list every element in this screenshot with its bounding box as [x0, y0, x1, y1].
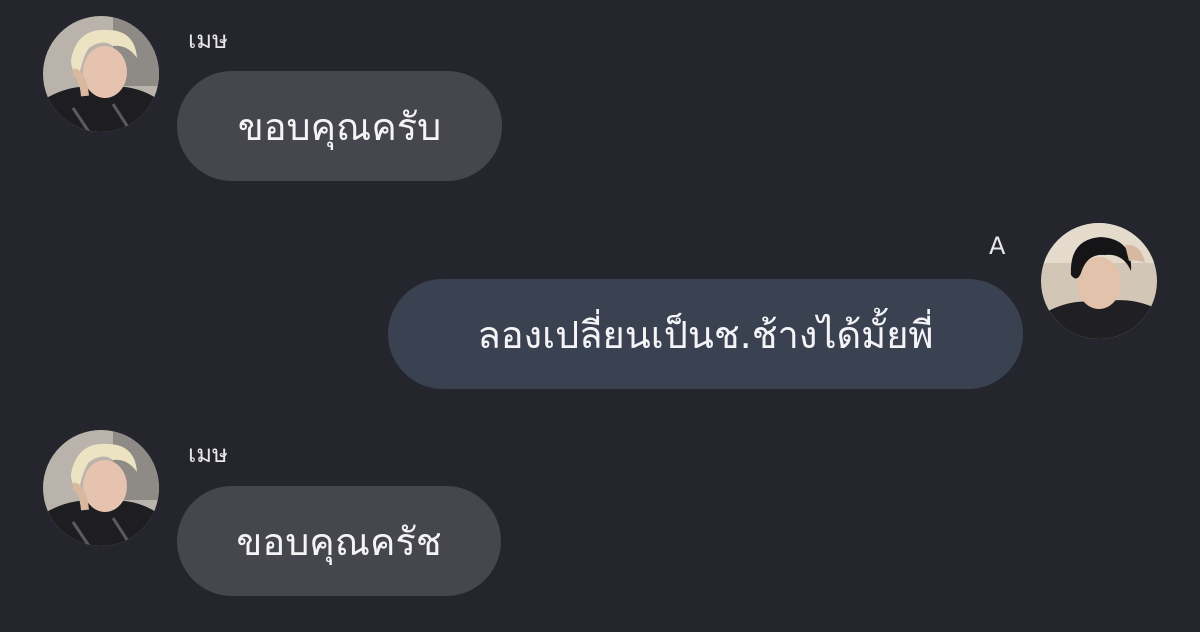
- avatar-blond-person-icon: [43, 16, 159, 132]
- message-text: ลองเปลี่ยนเป็นช.ช้างได้มั้ยพี่: [477, 312, 934, 357]
- avatar-blond-person-icon: [43, 430, 159, 546]
- message-bubble[interactable]: ลองเปลี่ยนเป็นช.ช้างได้มั้ยพี่: [388, 279, 1023, 389]
- sender-avatar[interactable]: [43, 16, 159, 132]
- message-bubble[interactable]: ขอบคุณครับ: [177, 71, 502, 181]
- chat-view: เมษ ขอบคุณครับ A ลองเปลี่ยนเป็นช.ช้างได้…: [0, 0, 1200, 632]
- message-bubble[interactable]: ขอบคุณครัช: [177, 486, 501, 596]
- message-text: ขอบคุณครับ: [237, 104, 442, 149]
- message-text: ขอบคุณครัช: [236, 519, 442, 564]
- sender-avatar[interactable]: [43, 430, 159, 546]
- sender-avatar[interactable]: [1041, 223, 1157, 339]
- sender-name: เมษ: [188, 26, 228, 54]
- avatar-dark-hair-person-icon: [1041, 223, 1157, 339]
- sender-name: เมษ: [188, 440, 228, 468]
- sender-name: A: [989, 232, 1006, 260]
